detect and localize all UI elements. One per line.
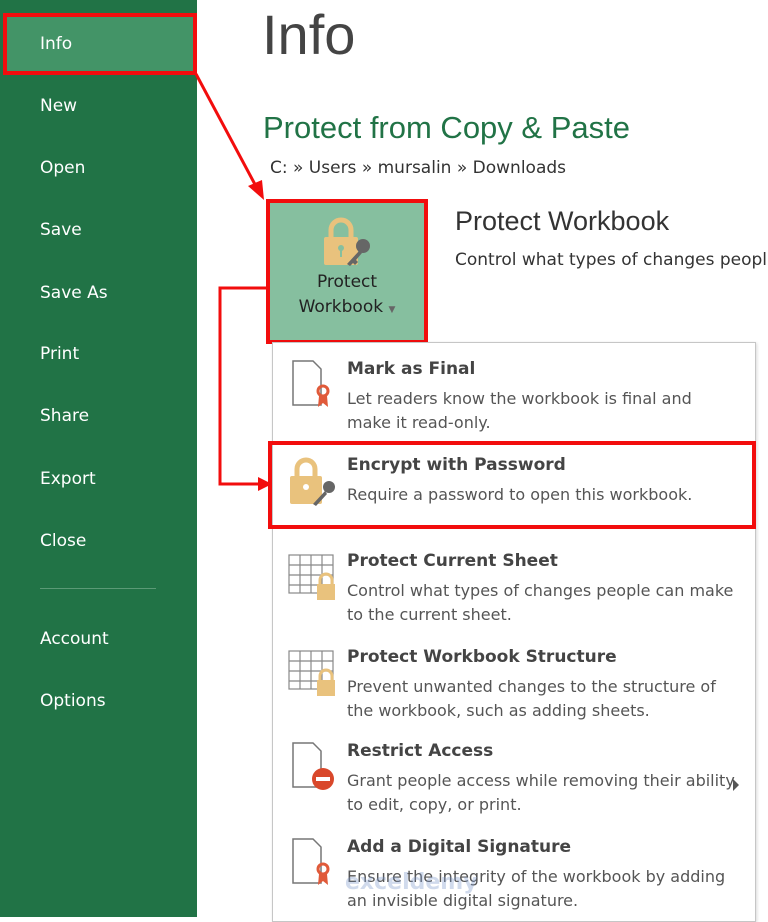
menu-item-description: Let readers know the workbook is final a…: [347, 389, 692, 432]
document-ribbon-icon: [292, 838, 330, 885]
menu-item-description: Grant people access while removing their…: [347, 771, 735, 814]
watermark-logo: exceldemy: [345, 870, 478, 895]
menu-item-protect-current-sheet[interactable]: Protect Current Sheet Control what types…: [273, 541, 755, 633]
submenu-arrow-icon[interactable]: [733, 779, 739, 791]
menu-item-title: Protect Workbook Structure: [347, 647, 617, 667]
menu-item-title: Add a Digital Signature: [347, 837, 572, 857]
menu-item-title: Protect Current Sheet: [347, 551, 558, 571]
menu-item-description: Control what types of changes people can…: [347, 581, 734, 624]
document-no-entry-icon: [292, 742, 334, 790]
sheet-lock-icon: [288, 650, 335, 696]
menu-item-restrict-access[interactable]: Restrict Access Grant people access whil…: [273, 731, 755, 823]
document-ribbon-icon: [292, 360, 330, 407]
menu-item-mark-as-final[interactable]: Mark as Final Let readers know the workb…: [273, 349, 755, 441]
menu-item-protect-workbook-structure[interactable]: Protect Workbook Structure Prevent unwan…: [273, 637, 755, 729]
sheet-lock-icon: [288, 554, 335, 600]
menu-item-title: Mark as Final: [347, 359, 476, 379]
protect-workbook-menu: Mark as Final Let readers know the workb…: [272, 342, 756, 922]
menu-item-title: Restrict Access: [347, 741, 494, 761]
annotation-box-encrypt: [268, 441, 756, 529]
menu-item-description: Prevent unwanted changes to the structur…: [347, 677, 716, 720]
